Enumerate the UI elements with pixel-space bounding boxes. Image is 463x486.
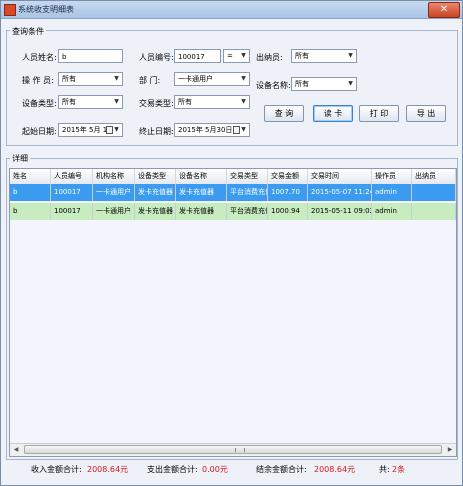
detail-table[interactable]: 姓名 人员编号 机构名称 设备类型 设备名称 交易类型 交易金额 交易时间 操作… [9,168,457,457]
chevron-down-icon: ▼ [241,126,246,133]
table-cell: 一卡通用户 [93,203,135,220]
cashier-label: 出纳员: [256,53,283,62]
table-cell: 发卡充值器 [135,184,176,201]
window-title: 系统收支明细表 [18,5,74,14]
column-header[interactable]: 机构名称 [93,169,135,184]
chevron-down-icon: ▼ [241,52,246,59]
table-header: 姓名 人员编号 机构名称 设备类型 设备名称 交易类型 交易金额 交易时间 操作… [10,169,456,185]
column-header[interactable]: 人员编号 [51,169,93,184]
start-date-picker[interactable]: 2015年 5月 1日 ▼ [58,123,123,137]
record-count-label: 共: [379,465,390,474]
column-header[interactable]: 出纳员 [412,169,456,184]
end-date-picker[interactable]: 2015年 5月30日 ▼ [174,123,250,137]
operator-value: 所有 [62,75,76,83]
column-header[interactable]: 交易金额 [268,169,308,184]
dept-label: 部 门: [139,76,161,85]
table-cell: b [10,203,51,220]
table-cell: 2015-05-07 11:24:56 [308,184,372,201]
query-button[interactable]: 查 询 [264,105,304,122]
chevron-down-icon: ▼ [241,75,246,82]
dept-value: 一卡通用户 [178,75,213,83]
scrollbar-thumb[interactable] [24,445,442,454]
expense-total-value: 0.00元 [202,465,228,474]
id-label: 人员编号: [139,53,174,62]
title-bar: 系统收支明细表 ✕ [1,1,462,19]
grip-icon [235,448,245,452]
table-cell: 2015-05-11 09:02:53 [308,203,372,220]
operator-label: 操 作 员: [22,76,54,85]
table-cell: 平台消费充值 [227,184,268,201]
query-group-label: 查询条件 [10,26,46,37]
chevron-down-icon: ▼ [348,52,353,59]
device-type-select[interactable]: 所有 ▼ [58,95,123,109]
table-cell: 100017 [51,184,93,201]
device-name-label: 设备名称: [256,81,291,90]
print-button[interactable]: 打 印 [359,105,399,122]
balance-total-value: 2008.64元 [314,465,356,474]
scroll-right-icon[interactable]: ▶ [444,444,456,456]
income-total-label: 收入金额合计: [31,465,82,474]
column-header[interactable]: 设备类型 [135,169,176,184]
expense-total-label: 支出金额合计: [147,465,198,474]
income-total-value: 2008.64元 [87,465,129,474]
close-icon: ✕ [439,4,449,15]
name-label: 人员姓名: [22,53,57,62]
column-header[interactable]: 姓名 [10,169,51,184]
table-row[interactable]: b 100017 一卡通用户 发卡充值器 发卡充值器 平台消费充值 1007.7… [10,184,456,201]
table-cell: 发卡充值器 [176,203,227,220]
column-header[interactable]: 交易时间 [308,169,372,184]
chevron-down-icon: ▼ [348,80,353,87]
horizontal-scrollbar[interactable]: ◀ ▶ [10,443,456,456]
scroll-left-icon[interactable]: ◀ [10,444,22,456]
name-input[interactable]: b [58,49,123,63]
table-cell: admin [372,203,412,220]
table-cell: 1007.70 [268,184,308,201]
device-name-value: 所有 [295,80,309,88]
export-button[interactable]: 导 出 [406,105,446,122]
trade-type-select[interactable]: 所有 ▼ [174,95,250,109]
table-cell: 一卡通用户 [93,184,135,201]
table-cell: 1000.94 [268,203,308,220]
operator-select[interactable]: 所有 ▼ [58,72,123,86]
app-icon [4,4,16,16]
chevron-down-icon: ▼ [114,126,119,133]
table-cell: 发卡充值器 [176,184,227,201]
record-count-value: 2条 [392,465,406,474]
id-input[interactable]: 100017 [174,49,221,63]
close-button[interactable]: ✕ [428,2,460,18]
table-cell [412,203,456,220]
cashier-value: 所有 [295,52,309,60]
read-card-button[interactable]: 读 卡 [313,105,353,122]
id-operator-value: = [227,52,233,60]
report-window: 系统收支明细表 ✕ 查询条件 人员姓名: b 人员编号: 100017 = ▼ … [0,0,463,486]
table-cell: 发卡充值器 [135,203,176,220]
table-row[interactable]: b 100017 一卡通用户 发卡充值器 发卡充值器 平台消费充值 1000.9… [10,203,456,220]
chevron-down-icon: ▼ [241,98,246,105]
table-cell [412,184,456,201]
table-cell: 100017 [51,203,93,220]
end-date-value: 2015年 5月30日 [178,126,233,134]
balance-total-label: 结余金额合计: [256,465,307,474]
column-header[interactable]: 设备名称 [176,169,227,184]
trade-type-label: 交易类型: [139,99,174,108]
cashier-select[interactable]: 所有 ▼ [291,49,357,63]
trade-type-value: 所有 [178,98,192,106]
column-header[interactable]: 交易类型 [227,169,268,184]
start-date-label: 起始日期: [22,127,57,136]
detail-group-label: 详细 [10,153,30,164]
device-type-value: 所有 [62,98,76,106]
device-name-select[interactable]: 所有 ▼ [291,77,357,91]
dept-select[interactable]: 一卡通用户 ▼ [174,72,250,86]
column-header[interactable]: 操作员 [372,169,412,184]
chevron-down-icon: ▼ [114,75,119,82]
device-type-label: 设备类型: [22,99,57,108]
table-cell: admin [372,184,412,201]
end-date-label: 终止日期: [139,127,174,136]
id-operator-select[interactable]: = ▼ [223,49,250,63]
table-cell: b [10,184,51,201]
chevron-down-icon: ▼ [114,98,119,105]
table-cell: 平台消费充值 [227,203,268,220]
